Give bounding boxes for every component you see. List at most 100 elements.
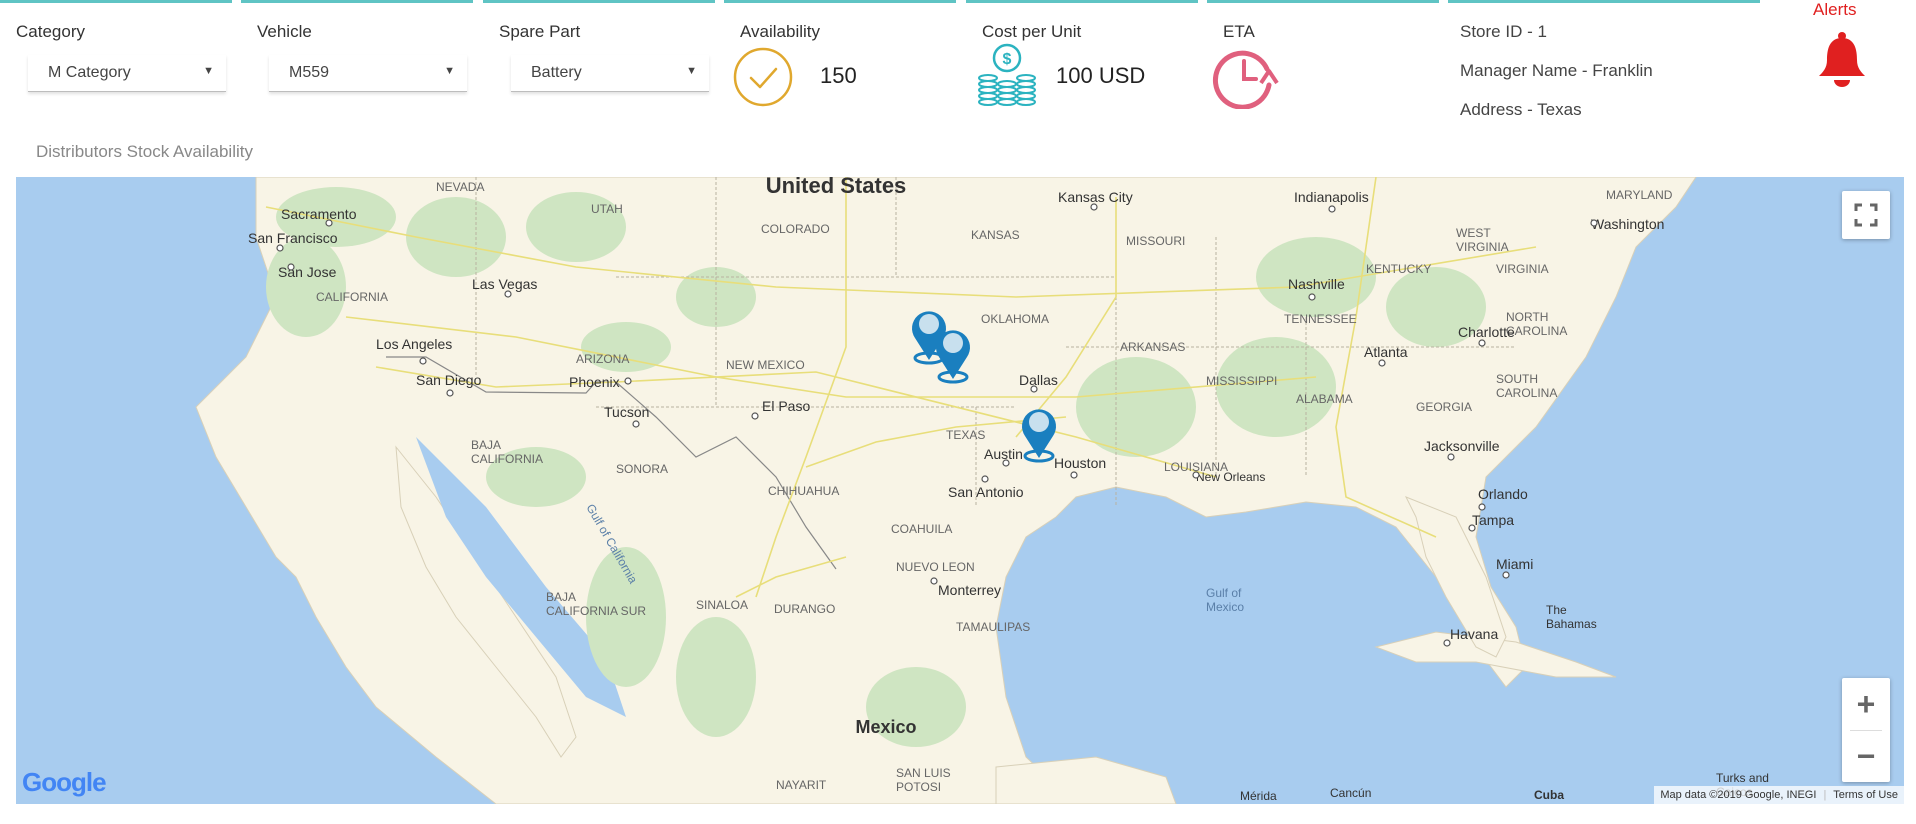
card-accent (483, 0, 715, 3)
vehicle-select[interactable]: M559 ▼ (269, 55, 467, 92)
zoom-out-button[interactable]: − (1842, 730, 1890, 782)
label-nayarit: NAYARIT (776, 778, 827, 792)
label-merida: Mérida (1240, 789, 1277, 803)
label-california: CALIFORNIA (316, 290, 388, 304)
check-circle-icon (733, 47, 793, 107)
label-gulf-of-mexico: Gulf of Mexico (1206, 586, 1244, 614)
label-tamaulipas: TAMAULIPAS (956, 620, 1030, 634)
store-info-card: Store ID - 1 Manager Name - Franklin Add… (1448, 0, 1760, 130)
spare-part-title: Spare Part (499, 22, 581, 41)
card-accent (1207, 0, 1439, 3)
chevron-down-icon: ▼ (444, 65, 455, 77)
spare-part-select[interactable]: Battery ▼ (511, 55, 709, 92)
top-filter-bar: Category M Category ▼ Vehicle M559 ▼ Spa… (0, 0, 1916, 140)
availability-card: Availability 150 (724, 0, 956, 130)
eta-card: ETA (1207, 0, 1439, 130)
label-durango: DURANGO (774, 602, 835, 616)
eta-title: ETA (1223, 22, 1255, 41)
spare-part-card: Spare Part Battery ▼ (483, 0, 715, 130)
card-accent (966, 0, 1198, 3)
label-chihuahua: CHIHUAHUA (768, 484, 839, 498)
fullscreen-icon (1854, 203, 1878, 227)
store-address: Address - Texas (1460, 100, 1582, 119)
label-miami: Miami (1496, 556, 1533, 572)
label-virginia: VIRGINIA (1496, 262, 1549, 276)
card-accent (241, 0, 473, 3)
label-san-antonio: San Antonio (948, 484, 1024, 500)
chevron-down-icon: ▼ (203, 65, 214, 77)
label-arizona: ARIZONA (576, 352, 629, 366)
label-san-jose: San Jose (278, 264, 337, 280)
label-georgia: GEORGIA (1416, 400, 1472, 414)
card-accent (724, 0, 956, 3)
label-texas: TEXAS (946, 428, 985, 442)
label-phoenix: Phoenix (569, 374, 620, 390)
bell-icon[interactable] (1815, 30, 1869, 88)
category-select[interactable]: M Category ▼ (28, 55, 226, 92)
label-colorado: COLORADO (761, 222, 830, 236)
label-oklahoma: OKLAHOMA (981, 312, 1049, 326)
label-dallas: Dallas (1019, 372, 1058, 388)
label-nashville: Nashville (1288, 276, 1345, 292)
map-section-title: Distributors Stock Availability (36, 142, 253, 161)
svg-text:$: $ (1003, 51, 1012, 68)
label-tampa: Tampa (1472, 512, 1514, 528)
label-alabama: ALABAMA (1296, 392, 1353, 406)
label-sinaloa: SINALOA (696, 598, 748, 612)
label-kentucky: KENTUCKY (1366, 262, 1431, 276)
spare-part-select-value: Battery (531, 64, 582, 81)
availability-title: Availability (740, 22, 821, 41)
map-marker-icon[interactable] (936, 330, 970, 384)
vehicle-title: Vehicle (257, 22, 312, 41)
card-accent (0, 0, 232, 3)
label-mexico: Mexico (855, 717, 916, 737)
label-jacksonville: Jacksonville (1424, 438, 1500, 454)
map-marker-icon[interactable] (1022, 409, 1056, 463)
label-orlando: Orlando (1478, 486, 1528, 502)
fullscreen-button[interactable] (1842, 191, 1890, 239)
label-maryland: MARYLAND (1606, 188, 1673, 202)
zoom-in-button[interactable]: + (1842, 678, 1890, 730)
store-id: Store ID - 1 (1460, 22, 1547, 41)
clock-refresh-icon (1212, 50, 1279, 109)
cost-title: Cost per Unit (982, 22, 1082, 41)
label-austin: Austin (984, 446, 1023, 462)
label-monterrey: Monterrey (938, 582, 1001, 598)
label-mississippi: MISSISSIPPI (1206, 374, 1277, 388)
label-sonora: SONORA (616, 462, 668, 476)
label-kansas: KANSAS (971, 228, 1020, 242)
cost-card: Cost per Unit $ 100 USD (966, 0, 1198, 130)
label-indianapolis: Indianapolis (1294, 189, 1369, 205)
label-coahuila: COAHUILA (891, 522, 952, 536)
label-new-orleans: New Orleans (1196, 470, 1265, 484)
google-logo[interactable]: Google (22, 767, 107, 798)
label-los-angeles: Los Angeles (376, 336, 452, 352)
label-havana: Havana (1450, 626, 1498, 642)
label-atlanta: Atlanta (1364, 344, 1408, 360)
label-tucson: Tucson (604, 404, 649, 420)
label-san-francisco: San Francisco (248, 230, 338, 246)
alerts-label: Alerts (1813, 0, 1857, 19)
label-las-vegas: Las Vegas (472, 276, 537, 292)
category-title: Category (16, 22, 85, 41)
google-logo-text: Google (22, 767, 107, 797)
label-kansas-city: Kansas City (1058, 189, 1133, 205)
availability-value: 150 (820, 63, 857, 88)
label-arkansas: ARKANSAS (1120, 340, 1185, 354)
cost-value: 100 USD (1056, 63, 1146, 88)
manager-name: Manager Name - Franklin (1460, 61, 1653, 80)
label-nuevo-leon: NUEVO LEON (896, 560, 975, 574)
label-tennessee: TENNESSEE (1284, 312, 1357, 326)
distributor-map[interactable]: United States Mexico NEVADA UTAH COLORAD… (16, 177, 1904, 804)
label-houston: Houston (1054, 455, 1106, 471)
label-cancun: Cancún (1330, 786, 1371, 800)
label-sacramento: Sacramento (281, 206, 357, 222)
label-us: United States (766, 177, 907, 198)
map-canvas: United States Mexico NEVADA UTAH COLORAD… (16, 177, 1904, 804)
label-charlotte: Charlotte (1458, 324, 1515, 340)
label-san-diego: San Diego (416, 372, 482, 388)
zoom-control: + − (1842, 678, 1890, 782)
coin-stack-icon: $ (978, 43, 1036, 106)
terms-of-use-link[interactable]: Terms of Use (1833, 789, 1898, 801)
vehicle-select-value: M559 (289, 64, 330, 81)
